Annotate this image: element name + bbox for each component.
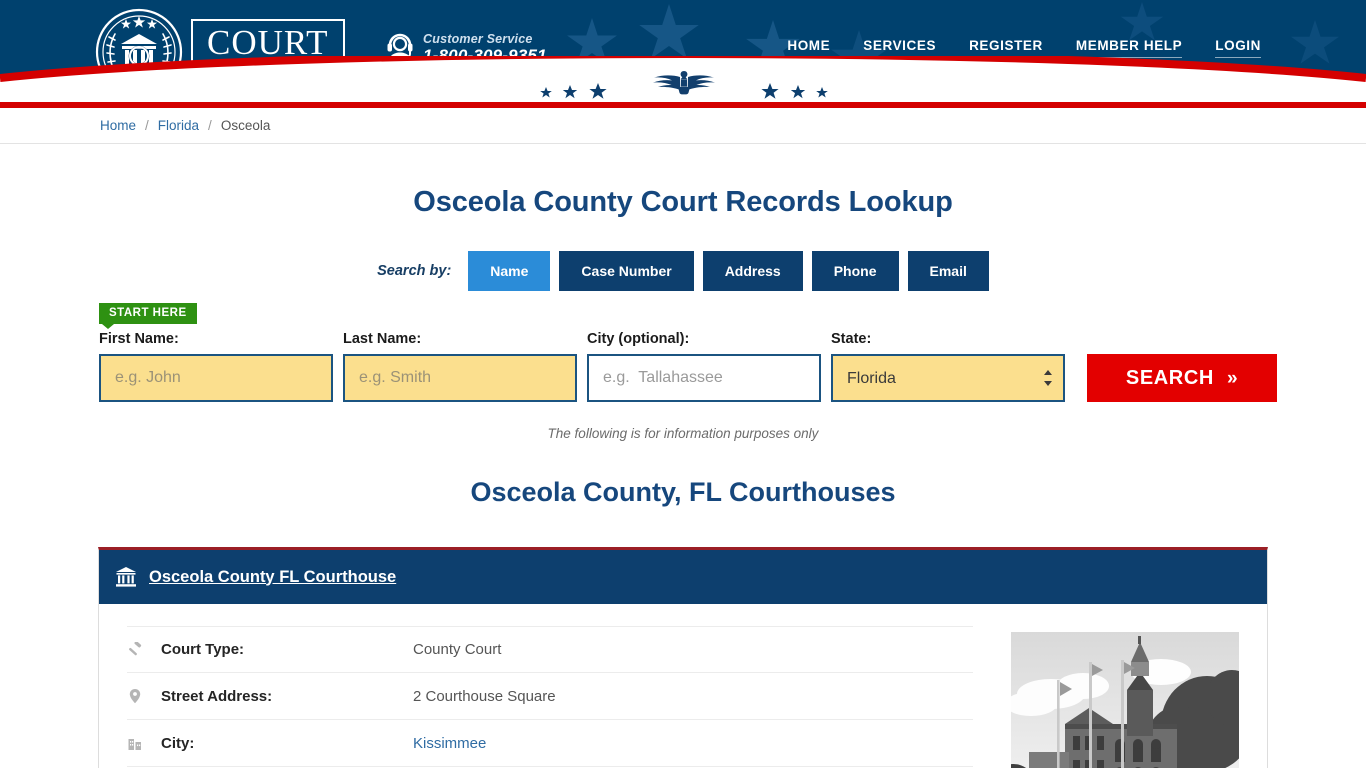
- detail-label-court-type: Court Type:: [161, 641, 245, 658]
- breadcrumb-item-florida[interactable]: Florida: [158, 118, 199, 133]
- nav-item-register[interactable]: REGISTER: [969, 38, 1043, 58]
- detail-value-city[interactable]: Kissimmee: [413, 735, 486, 752]
- main-navigation: HOME SERVICES REGISTER MEMBER HELP LOGIN: [787, 38, 1261, 58]
- city-label: City (optional):: [587, 331, 690, 347]
- customer-service-label: Customer Service: [423, 32, 533, 46]
- courthouse-title-link[interactable]: Osceola County FL Courthouse: [149, 568, 396, 587]
- detail-row-street-address: Street Address: 2 Courthouse Square: [127, 673, 973, 720]
- tab-case-number[interactable]: Case Number: [559, 251, 694, 291]
- city-icon: [128, 739, 141, 750]
- state-label: State:: [831, 331, 872, 347]
- eagle-emblem-icon: [653, 71, 715, 95]
- courthouse-card: Osceola County FL Courthouse Court Type:…: [98, 547, 1268, 768]
- search-by-label: Search by:: [377, 263, 452, 279]
- section-title-courthouses: Osceola County, FL Courthouses: [470, 477, 896, 507]
- tab-name[interactable]: Name: [468, 251, 551, 291]
- last-name-input[interactable]: [343, 354, 577, 402]
- first-name-input[interactable]: [99, 354, 333, 402]
- info-note: The following is for information purpose…: [547, 426, 819, 441]
- nav-item-services[interactable]: SERVICES: [863, 38, 937, 58]
- gavel-icon: [129, 641, 142, 655]
- detail-value-street-address: 2 Courthouse Square: [413, 687, 556, 705]
- breadcrumb-item-home[interactable]: Home: [100, 118, 136, 133]
- state-select[interactable]: FloridaAlabamaGeorgiaTexasCaliforniaNew …: [831, 354, 1065, 402]
- courthouse-photo: [1011, 632, 1239, 768]
- bank-building-icon: [116, 567, 136, 587]
- search-by-tabs: Search by: Name Case Number Address Phon…: [0, 251, 1366, 291]
- map-pin-icon: [129, 689, 141, 704]
- detail-value-court-type: County Court: [413, 641, 502, 658]
- first-name-field-group: First Name:: [99, 331, 333, 402]
- breadcrumb-item-osceola: Osceola: [220, 118, 271, 133]
- site-logo[interactable]: COURT CASE FINDER: [95, 8, 355, 96]
- city-field-group: City (optional):: [587, 331, 821, 402]
- breadcrumb-separator: /: [145, 118, 149, 133]
- page-title: Osceola County Court Records Lookup: [413, 186, 953, 218]
- court-seal-icon: [95, 8, 183, 96]
- site-header: COURT CASE FINDER Customer Service 1-800…: [0, 0, 1366, 102]
- detail-row-court-type: Court Type: County Court: [127, 626, 973, 673]
- nav-item-home[interactable]: HOME: [787, 38, 831, 58]
- courthouse-card-header: Osceola County FL Courthouse: [99, 550, 1267, 604]
- courthouse-detail-list: Court Type: County Court Street Address:…: [127, 626, 973, 768]
- nav-item-member-help[interactable]: MEMBER HELP: [1075, 38, 1183, 58]
- customer-service-phone: 1-800-309-9351: [423, 46, 547, 66]
- last-name-label: Last Name:: [343, 331, 422, 347]
- logo-main-text: COURT: [207, 22, 329, 64]
- tab-email[interactable]: Email: [907, 251, 989, 291]
- breadcrumb: Home / Florida / Osceola: [0, 108, 1366, 144]
- headset-support-icon: [387, 34, 413, 66]
- nav-item-login[interactable]: LOGIN: [1215, 38, 1261, 58]
- search-form: First Name: Last Name: City (optional): …: [0, 303, 1366, 402]
- customer-service-block: Customer Service 1-800-309-9351: [386, 32, 547, 67]
- double-chevron-right-icon: »: [1226, 367, 1239, 389]
- first-name-label: First Name:: [99, 331, 179, 347]
- detail-label-street-address: Street Address:: [161, 687, 273, 705]
- logo-sub-text: CASE FINDER: [207, 66, 328, 79]
- tab-phone[interactable]: Phone: [811, 251, 899, 291]
- start-here-badge: START HERE: [99, 303, 197, 329]
- search-button[interactable]: SEARCH »: [1087, 354, 1277, 402]
- search-form-zone: START HERE First Name: Last Name: City (…: [0, 303, 1366, 402]
- breadcrumb-separator: /: [208, 118, 212, 133]
- customer-service-text: Customer Service 1-800-309-9351: [423, 32, 547, 67]
- detail-label-city: City:: [161, 734, 195, 752]
- logo-wordmark: COURT CASE FINDER: [191, 18, 345, 86]
- last-name-field-group: Last Name:: [343, 331, 577, 402]
- state-field-group: State: FloridaAlabamaGeorgiaTexasCalifor…: [831, 331, 1065, 402]
- courthouse-card-body: Court Type: County Court Street Address:…: [99, 604, 1267, 768]
- tab-address[interactable]: Address: [702, 251, 803, 291]
- detail-row-city: City: Kissimmee: [127, 720, 973, 767]
- search-button-label: SEARCH: [1125, 366, 1214, 389]
- city-input[interactable]: [587, 354, 821, 402]
